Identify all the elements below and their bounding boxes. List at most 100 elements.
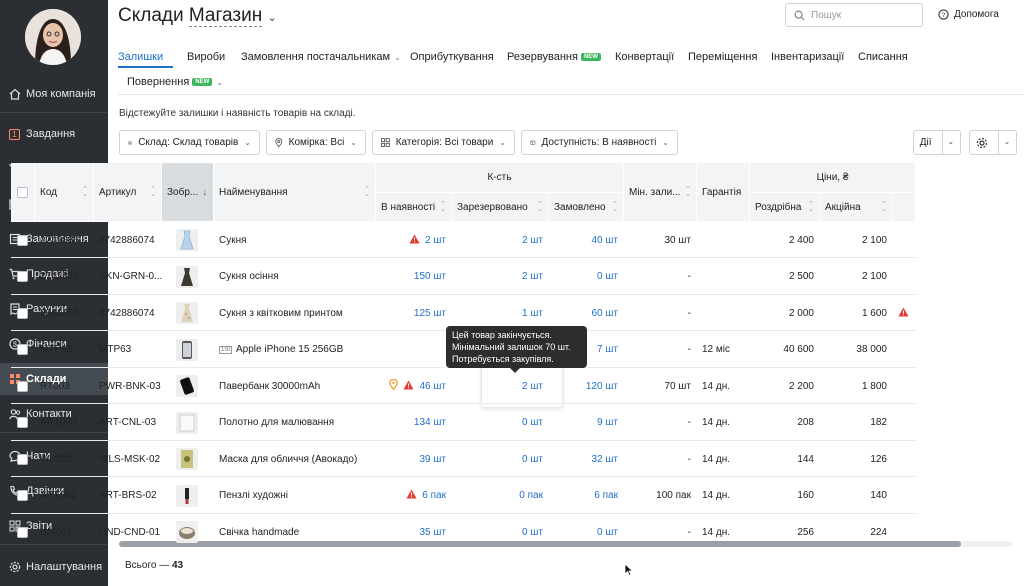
row-checkbox[interactable] [17, 526, 28, 538]
in-stock-value[interactable]: 35 шт [419, 527, 446, 538]
header-promo[interactable]: Акційна ⌃ ⌄ [820, 193, 893, 222]
cell-reserved-text[interactable]: 2 шт [522, 271, 543, 282]
cell-ordered-text[interactable]: 40 шт [591, 235, 618, 246]
tab-4[interactable]: Резервування NEW [507, 51, 601, 63]
product-name[interactable]: Полотно для малювання [219, 417, 334, 428]
row-checkbox[interactable] [17, 234, 28, 246]
table-row[interactable]: HM001 HND-CND-01 Свічка handmade 35 шт 0 шт 0… [11, 514, 916, 547]
product-name[interactable]: Apple iPhone 15 256GB [236, 344, 343, 355]
in-stock-value[interactable]: 6 пак [422, 490, 446, 501]
product-thumbnail[interactable] [176, 229, 198, 251]
select-all-checkbox[interactable] [17, 186, 28, 198]
tab-3[interactable]: Оприбуткування [410, 51, 494, 63]
product-thumbnail[interactable] [176, 521, 198, 543]
product-name[interactable]: Павербанк 30000mAh [219, 381, 320, 392]
table-row[interactable]: 2742886... 2742886074 Сукня 2 шт 2 шт 40 шт 30… [11, 222, 916, 258]
tab-0[interactable]: Залишки [118, 51, 163, 63]
in-stock-value[interactable]: 134 шт [414, 417, 446, 428]
cell-filter[interactable]: Комірка: Всі ⌄ [266, 130, 366, 155]
tab-8[interactable]: Списання [858, 51, 908, 63]
in-stock-value[interactable]: 150 шт [414, 271, 446, 282]
tab-7[interactable]: Інвентаризації [771, 51, 844, 63]
header-min-stock[interactable]: Мін. зали... ⌃ ⌄ [624, 163, 697, 222]
product-thumbnail[interactable] [176, 302, 198, 324]
product-thumbnail[interactable] [176, 338, 198, 361]
row-checkbox[interactable] [17, 380, 28, 392]
product-name[interactable]: Пензлі художні [219, 490, 288, 501]
row-checkbox[interactable] [17, 344, 28, 355]
table-row[interactable]: WL002 WLS-MSK-02 Маска для обличчя (Авокад… [11, 441, 916, 477]
header-name[interactable]: Найменування ⌃ ⌄ [214, 163, 376, 222]
sidebar-item-13[interactable]: Налаштування [0, 551, 108, 583]
tab-5[interactable]: Конвертації [615, 51, 674, 63]
cell-ordered-text[interactable]: 6 пак [594, 490, 618, 501]
cell-name: Пензлі художні [214, 478, 376, 514]
in-stock-value[interactable]: 125 шт [414, 308, 446, 319]
chevron-down-icon[interactable]: ⌄ [267, 12, 276, 24]
availability-filter[interactable]: Доступність: В наявності ⌄ [521, 130, 678, 155]
cell-reserved-text[interactable]: 0 пак [519, 490, 543, 501]
table-row[interactable]: ART003 ART-CNL-03 Полотно для малювання 134… [11, 405, 916, 441]
product-thumbnail[interactable] [176, 484, 198, 507]
cell-ordered-text[interactable]: 0 шт [597, 271, 618, 282]
avatar[interactable] [25, 9, 81, 65]
header-in-stock[interactable]: В наявності ⌃ ⌄ [376, 193, 452, 222]
category-filter[interactable]: Категорія: Всі товари ⌄ [372, 130, 515, 155]
cell-reserved-text[interactable]: 2 шт [522, 381, 543, 392]
product-thumbnail[interactable] [176, 411, 198, 434]
cell-ordered-text[interactable]: 32 шт [591, 454, 618, 465]
table-row[interactable]: ART002 ART-BRS-02 Пензлі художні 6 пак 0 пак… [11, 478, 916, 514]
product-name[interactable]: Сукня з квітковим принтом [219, 308, 343, 319]
product-thumbnail[interactable] [176, 448, 198, 470]
row-checkbox[interactable] [17, 453, 28, 465]
cell-ordered-text[interactable]: 9 шт [597, 417, 618, 428]
location-pin-icon[interactable] [389, 378, 399, 393]
table-row[interactable]: 2742886... SKN-GRN-0... Сукня осіння 150 шт… [11, 259, 916, 295]
tab-9[interactable]: Повернення NEW ⌄ [127, 76, 223, 88]
store-selector[interactable]: Магазин [188, 5, 263, 27]
help-link[interactable]: ? Допомога [938, 9, 999, 20]
warning-icon[interactable] [409, 234, 420, 247]
product-thumbnail[interactable] [176, 375, 198, 397]
header-code[interactable]: Код ⌃ ⌄ [35, 163, 94, 222]
cell-reserved-text[interactable]: 2 шт [522, 235, 543, 246]
header-retail[interactable]: Роздрібна ⌃ ⌄ [750, 193, 820, 222]
product-name[interactable]: Сукня осіння [219, 271, 279, 282]
cell-reserved-text[interactable]: 0 шт [522, 454, 543, 465]
warning-icon[interactable] [403, 380, 414, 393]
row-checkbox[interactable] [17, 271, 28, 282]
warning-icon[interactable] [406, 489, 417, 502]
search-input[interactable]: Пошук [785, 3, 923, 27]
settings-button[interactable]: ⌄ [969, 130, 1017, 155]
product-name[interactable]: Маска для обличчя (Авокадо) [219, 454, 357, 465]
tab-2[interactable]: Замовлення постачальникам ⌄ [241, 51, 401, 63]
sidebar-item-1[interactable]: 1 Завдання [0, 118, 108, 150]
product-thumbnail[interactable] [176, 265, 198, 288]
row-checkbox[interactable] [17, 307, 28, 319]
cell-reserved-text[interactable]: 0 шт [522, 527, 543, 538]
tab-1[interactable]: Вироби [187, 51, 225, 63]
header-ordered[interactable]: Замовлено ⌃ ⌄ [549, 193, 624, 222]
row-checkbox[interactable] [17, 417, 28, 428]
cell-reserved-text[interactable]: 1 шт [522, 308, 543, 319]
cell-ordered-text[interactable]: 120 шт [586, 381, 618, 392]
cell-ordered-text[interactable]: 7 шт [597, 344, 618, 355]
sort-desc-icon[interactable]: ↓ [202, 187, 207, 198]
header-sku[interactable]: Артикул ⌃ ⌄ [94, 163, 162, 222]
row-checkbox[interactable] [17, 490, 28, 501]
actions-button[interactable]: Дії ⌄ [913, 130, 961, 155]
tab-6[interactable]: Переміщення [688, 51, 757, 63]
cell-reserved-text[interactable]: 0 шт [522, 417, 543, 428]
cell-ordered-text[interactable]: 60 шт [591, 308, 618, 319]
warning-icon[interactable] [898, 307, 909, 320]
sidebar-item-0[interactable]: Моя компанія [0, 78, 108, 110]
product-name[interactable]: Свічка handmade [219, 527, 299, 538]
cell-ordered-text[interactable]: 0 шт [597, 527, 618, 538]
in-stock-value[interactable]: 39 шт [419, 454, 446, 465]
warehouse-filter[interactable]: Склад: Склад товарів ⌄ [119, 130, 260, 155]
in-stock-value[interactable]: 46 шт [419, 381, 446, 392]
table-row[interactable]: RT003 PWR-BNK-03 Павербанк 30000mAh 46 шт 2 … [11, 368, 916, 404]
in-stock-value[interactable]: 2 шт [425, 235, 446, 246]
header-reserved[interactable]: Зарезервовано ⌃ ⌄ [452, 193, 549, 222]
product-name[interactable]: Сукня [219, 235, 247, 246]
